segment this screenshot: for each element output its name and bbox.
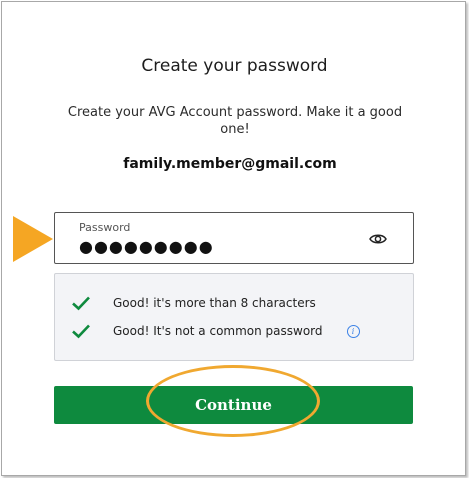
password-input[interactable]: ●●●●●●●●● (79, 237, 214, 256)
requirement-row: Good! it's more than 8 characters (71, 293, 316, 313)
page-title: Create your password (141, 56, 328, 76)
info-icon[interactable]: i (346, 324, 360, 338)
eye-icon[interactable] (369, 230, 387, 248)
password-requirements-panel: Good! it's more than 8 characters Good! … (54, 273, 414, 361)
continue-button[interactable]: Continue (54, 386, 413, 424)
requirement-row: Good! It's not a common password i (71, 321, 360, 341)
annotation-arrow (13, 216, 53, 262)
account-email: family.member@gmail.com (123, 156, 337, 172)
page-subtitle: Create your AVG Account password. Make i… (67, 105, 403, 137)
password-label: Password (79, 221, 131, 234)
checkmark-icon (72, 324, 90, 339)
requirement-text: Good! It's not a common password (113, 324, 323, 338)
checkmark-icon (72, 296, 90, 311)
password-field[interactable]: Password ●●●●●●●●● (54, 212, 414, 264)
requirement-text: Good! it's more than 8 characters (113, 296, 316, 310)
